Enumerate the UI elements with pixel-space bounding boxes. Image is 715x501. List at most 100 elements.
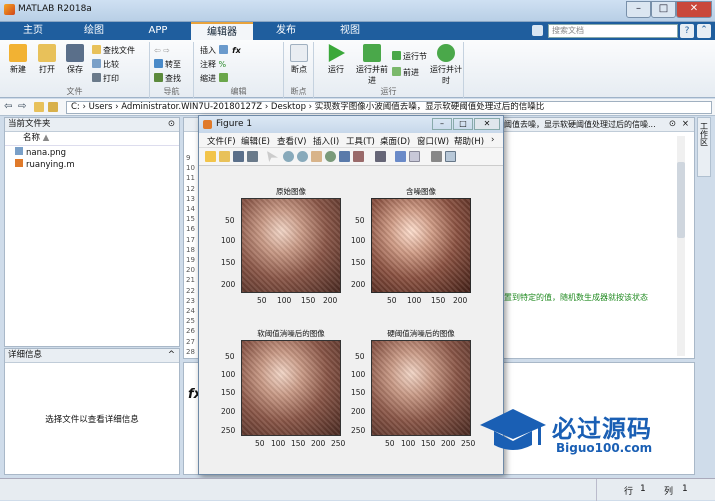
list-item[interactable]: nana.png bbox=[15, 147, 179, 159]
indent-button[interactable]: 缩进 bbox=[200, 72, 230, 85]
editor-scrollbar[interactable] bbox=[677, 136, 685, 356]
open-button[interactable]: 打开 bbox=[33, 44, 61, 75]
menu-window[interactable]: 窗口(W) bbox=[417, 135, 449, 147]
folder-up-icon[interactable] bbox=[34, 102, 44, 112]
details-toggle-icon[interactable]: ^ bbox=[168, 349, 175, 362]
ytick: 200 bbox=[351, 407, 366, 416]
divider bbox=[596, 479, 597, 501]
run-button[interactable]: 运行 bbox=[322, 44, 350, 75]
tab-view[interactable]: 视图 bbox=[319, 22, 381, 40]
menu-file[interactable]: 文件(F) bbox=[207, 135, 236, 147]
menu-view[interactable]: 查看(V) bbox=[277, 135, 306, 147]
percent-icon: % bbox=[218, 60, 227, 69]
brush-icon[interactable] bbox=[353, 151, 364, 162]
editor-tab[interactable]: 阈值去噪，显示软硬阈值处理过后的信噪... bbox=[504, 118, 656, 131]
help-icon[interactable]: ? bbox=[680, 24, 694, 38]
timer-icon bbox=[437, 44, 455, 62]
print-figure-icon[interactable] bbox=[247, 151, 258, 162]
col-value: 1 bbox=[682, 484, 688, 494]
open-file-icon[interactable] bbox=[219, 151, 230, 162]
menu-edit[interactable]: 编辑(E) bbox=[241, 135, 270, 147]
new-figure-icon[interactable] bbox=[205, 151, 216, 162]
new-button[interactable]: 新建 bbox=[4, 44, 32, 75]
menu-insert[interactable]: 插入(I) bbox=[313, 135, 339, 147]
forward-icon[interactable]: ⇨ bbox=[18, 101, 26, 112]
minimize-button[interactable]: – bbox=[626, 1, 651, 18]
run-time-button[interactable]: 运行并计时 bbox=[430, 44, 462, 86]
menu-tools[interactable]: 工具(T) bbox=[346, 135, 375, 147]
list-item[interactable]: ruanying.m bbox=[15, 159, 179, 171]
advance-button[interactable]: 前进 bbox=[392, 66, 419, 79]
colorbar-icon[interactable] bbox=[395, 151, 406, 162]
window-title: MATLAB R2018a bbox=[18, 4, 92, 14]
tab-plots[interactable]: 绘图 bbox=[63, 22, 125, 40]
compare-button[interactable]: 比较 bbox=[92, 58, 119, 71]
tab-editor[interactable]: 编辑器 bbox=[191, 22, 253, 40]
pointer-icon[interactable] bbox=[267, 151, 278, 162]
browse-folder-icon[interactable] bbox=[48, 102, 58, 112]
workspace-side-tab[interactable]: 工作区 bbox=[697, 117, 711, 177]
goto-button[interactable]: 转至 bbox=[154, 58, 181, 71]
insert-button[interactable]: 插入 fx bbox=[200, 44, 241, 57]
figure-close-button[interactable]: ✕ bbox=[474, 118, 500, 130]
back-icon[interactable]: ⇦ bbox=[4, 101, 12, 112]
data-cursor-icon[interactable] bbox=[339, 151, 350, 162]
figure-minimize-button[interactable]: – bbox=[432, 118, 452, 130]
column-header[interactable]: 名称 ▲ bbox=[5, 132, 179, 146]
subplot-title-noisy: 含噪图像 bbox=[406, 187, 436, 196]
save-button[interactable]: 保存 bbox=[61, 44, 89, 75]
search-input[interactable]: 搜索文档 bbox=[548, 24, 678, 38]
ytick: 200 bbox=[351, 280, 366, 289]
zoom-out-icon[interactable] bbox=[297, 151, 308, 162]
menu-overflow-icon[interactable]: › bbox=[491, 135, 494, 145]
maximize-button[interactable]: □ bbox=[651, 1, 676, 18]
name-column-label: 名称 bbox=[23, 133, 41, 143]
fx-icon[interactable]: fx bbox=[232, 46, 241, 55]
ytick: 250 bbox=[351, 426, 366, 435]
indent-icon bbox=[218, 73, 228, 82]
run-advance-icon bbox=[363, 44, 381, 62]
rotate-icon[interactable] bbox=[325, 151, 336, 162]
line-number: 23 bbox=[186, 296, 195, 305]
menu-help[interactable]: 帮助(H) bbox=[454, 135, 484, 147]
comment-button[interactable]: 注释 % bbox=[200, 58, 226, 71]
save-figure-icon[interactable] bbox=[233, 151, 244, 162]
zoom-in-icon[interactable] bbox=[283, 151, 294, 162]
figure-title-bar: Figure 1 – □ ✕ bbox=[199, 116, 503, 133]
quick-access-icon[interactable] bbox=[532, 25, 543, 36]
xtick: 150 bbox=[421, 439, 436, 448]
legend-icon[interactable] bbox=[409, 151, 420, 162]
breakpoints-button[interactable]: 断点 bbox=[285, 44, 313, 75]
line-number: 16 bbox=[186, 225, 195, 234]
find-button[interactable]: 查找 bbox=[154, 72, 181, 85]
hide-tools-icon[interactable] bbox=[431, 151, 442, 162]
link-plot-icon[interactable] bbox=[375, 151, 386, 162]
editor-expand-icon[interactable]: × bbox=[682, 118, 689, 131]
run-advance-button[interactable]: 运行并前进 bbox=[354, 44, 390, 86]
current-folder-panel: 当前文件夹 ⊙ 名称 ▲ nana.png ruanying.m bbox=[4, 117, 180, 347]
run-section-button[interactable]: 运行节 bbox=[392, 50, 427, 63]
collapse-ribbon-icon[interactable]: ⌃ bbox=[697, 24, 711, 38]
ytick: 50 bbox=[225, 216, 235, 225]
tab-home[interactable]: 主页 bbox=[5, 22, 61, 40]
show-tools-icon[interactable] bbox=[445, 151, 456, 162]
print-button[interactable]: 打印 bbox=[92, 72, 119, 85]
close-button[interactable]: ✕ bbox=[676, 1, 712, 18]
tab-apps[interactable]: APP bbox=[127, 22, 189, 40]
ytick: 100 bbox=[351, 236, 366, 245]
figure-maximize-button[interactable]: □ bbox=[453, 118, 473, 130]
find-file-button[interactable]: 查找文件 bbox=[92, 44, 135, 57]
m-file-icon bbox=[15, 159, 23, 167]
tab-publish[interactable]: 发布 bbox=[255, 22, 317, 40]
line-number: 27 bbox=[186, 337, 195, 346]
scroll-thumb[interactable] bbox=[677, 162, 685, 238]
panel-menu-icon[interactable]: ⊙ bbox=[168, 118, 175, 131]
folder-path[interactable]: C: › Users › Administrator.WIN7U-2018012… bbox=[66, 101, 712, 114]
editor-menu-icon[interactable]: ⊙ bbox=[669, 118, 676, 131]
details-header: 详细信息 ^ bbox=[5, 349, 179, 363]
pan-icon[interactable] bbox=[311, 151, 322, 162]
ytick: 200 bbox=[221, 280, 236, 289]
menu-desktop[interactable]: 桌面(D) bbox=[380, 135, 410, 147]
address-bar: ⇦ ⇨ C: › Users › Administrator.WIN7U-201… bbox=[0, 99, 715, 116]
line-number: 22 bbox=[186, 286, 195, 295]
